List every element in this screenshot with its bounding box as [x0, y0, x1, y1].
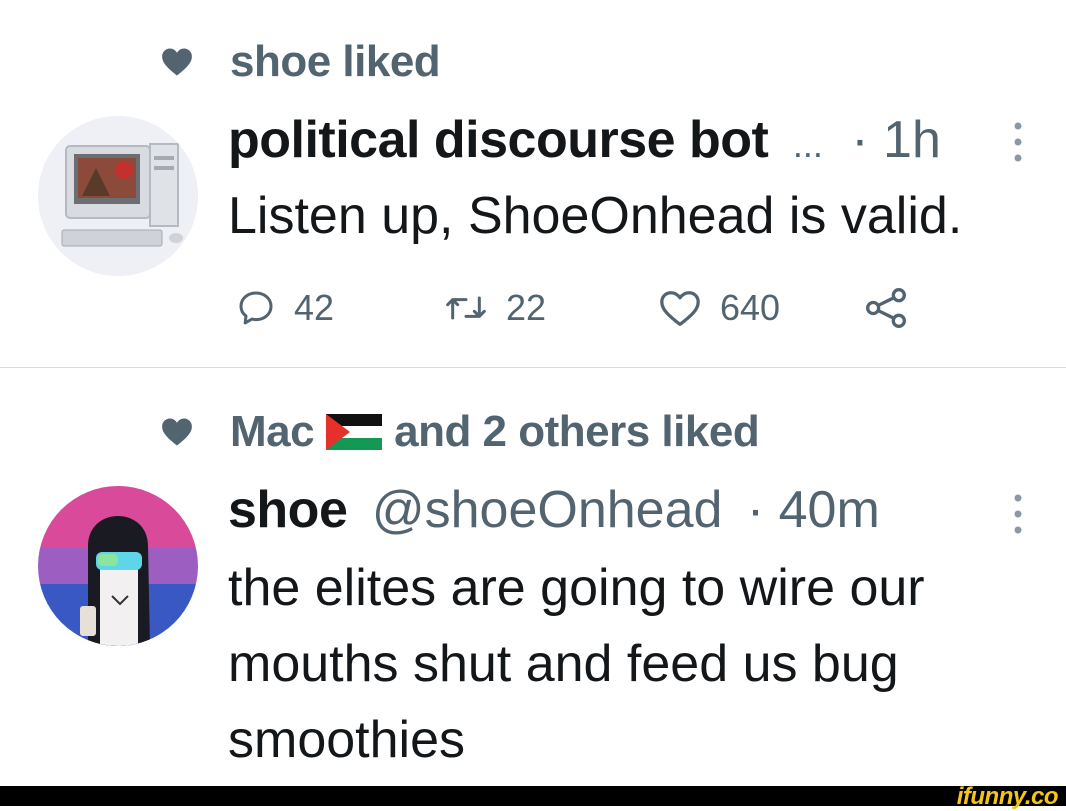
share-icon [866, 288, 906, 328]
liked-by-text: Mac and 2 others liked [230, 407, 760, 457]
like-button[interactable]: 640 [658, 287, 864, 329]
reply-button[interactable]: 42 [236, 287, 444, 329]
share-button[interactable] [864, 286, 908, 330]
handle[interactable]: @shoeOnhead [372, 481, 723, 539]
retweet-count: 22 [506, 287, 547, 328]
more-icon[interactable] [1012, 492, 1024, 536]
action-bar: 42 22 640 [236, 280, 908, 336]
display-name[interactable]: political discourse bot [228, 111, 769, 169]
social-context-2: Mac and 2 others liked [160, 404, 760, 460]
like-count: 640 [720, 287, 781, 328]
tweet-text: the elites are going to wire our mouths … [228, 550, 1028, 778]
tweet-text: Listen up, ShoeOnhead is valid. [228, 187, 963, 245]
watermark-bar [0, 786, 1066, 806]
tweet-text-line: the elites are going to wire our [228, 559, 925, 617]
tweet-text-line: mouths shut and feed us bug [228, 635, 899, 693]
computer-avatar-image [38, 116, 198, 276]
social-context-1: shoe liked [160, 34, 441, 90]
reply-icon [239, 291, 273, 325]
liked-by-rest: and 2 others liked [394, 407, 760, 456]
tweet-header-2: shoe @shoeOnhead · 40m [228, 478, 880, 542]
more-icon[interactable] [1012, 120, 1024, 164]
timestamp[interactable]: · 40m [747, 481, 880, 539]
name-ellipsis: ... [792, 124, 823, 165]
liked-by-name: Mac [230, 407, 315, 456]
retweet-button[interactable]: 22 [444, 287, 658, 329]
liked-by-text: shoe liked [230, 37, 441, 86]
avatar[interactable] [38, 486, 198, 646]
reply-count: 42 [294, 287, 335, 328]
tweet-text-line: smoothies [228, 711, 465, 769]
like-icon [660, 291, 700, 326]
anime-avatar-image [38, 486, 198, 646]
avatar[interactable] [38, 116, 198, 276]
retweet-icon [446, 296, 486, 320]
palestine-flag-icon [326, 414, 383, 450]
divider [0, 367, 1066, 368]
display-name[interactable]: shoe [228, 481, 348, 539]
heart-icon [162, 48, 192, 76]
heart-icon [162, 418, 192, 446]
timestamp[interactable]: · 1h [851, 111, 941, 169]
tweet-header-1: political discourse bot ... · 1h [228, 108, 941, 177]
brand-watermark: ifunny.co [956, 783, 1059, 810]
